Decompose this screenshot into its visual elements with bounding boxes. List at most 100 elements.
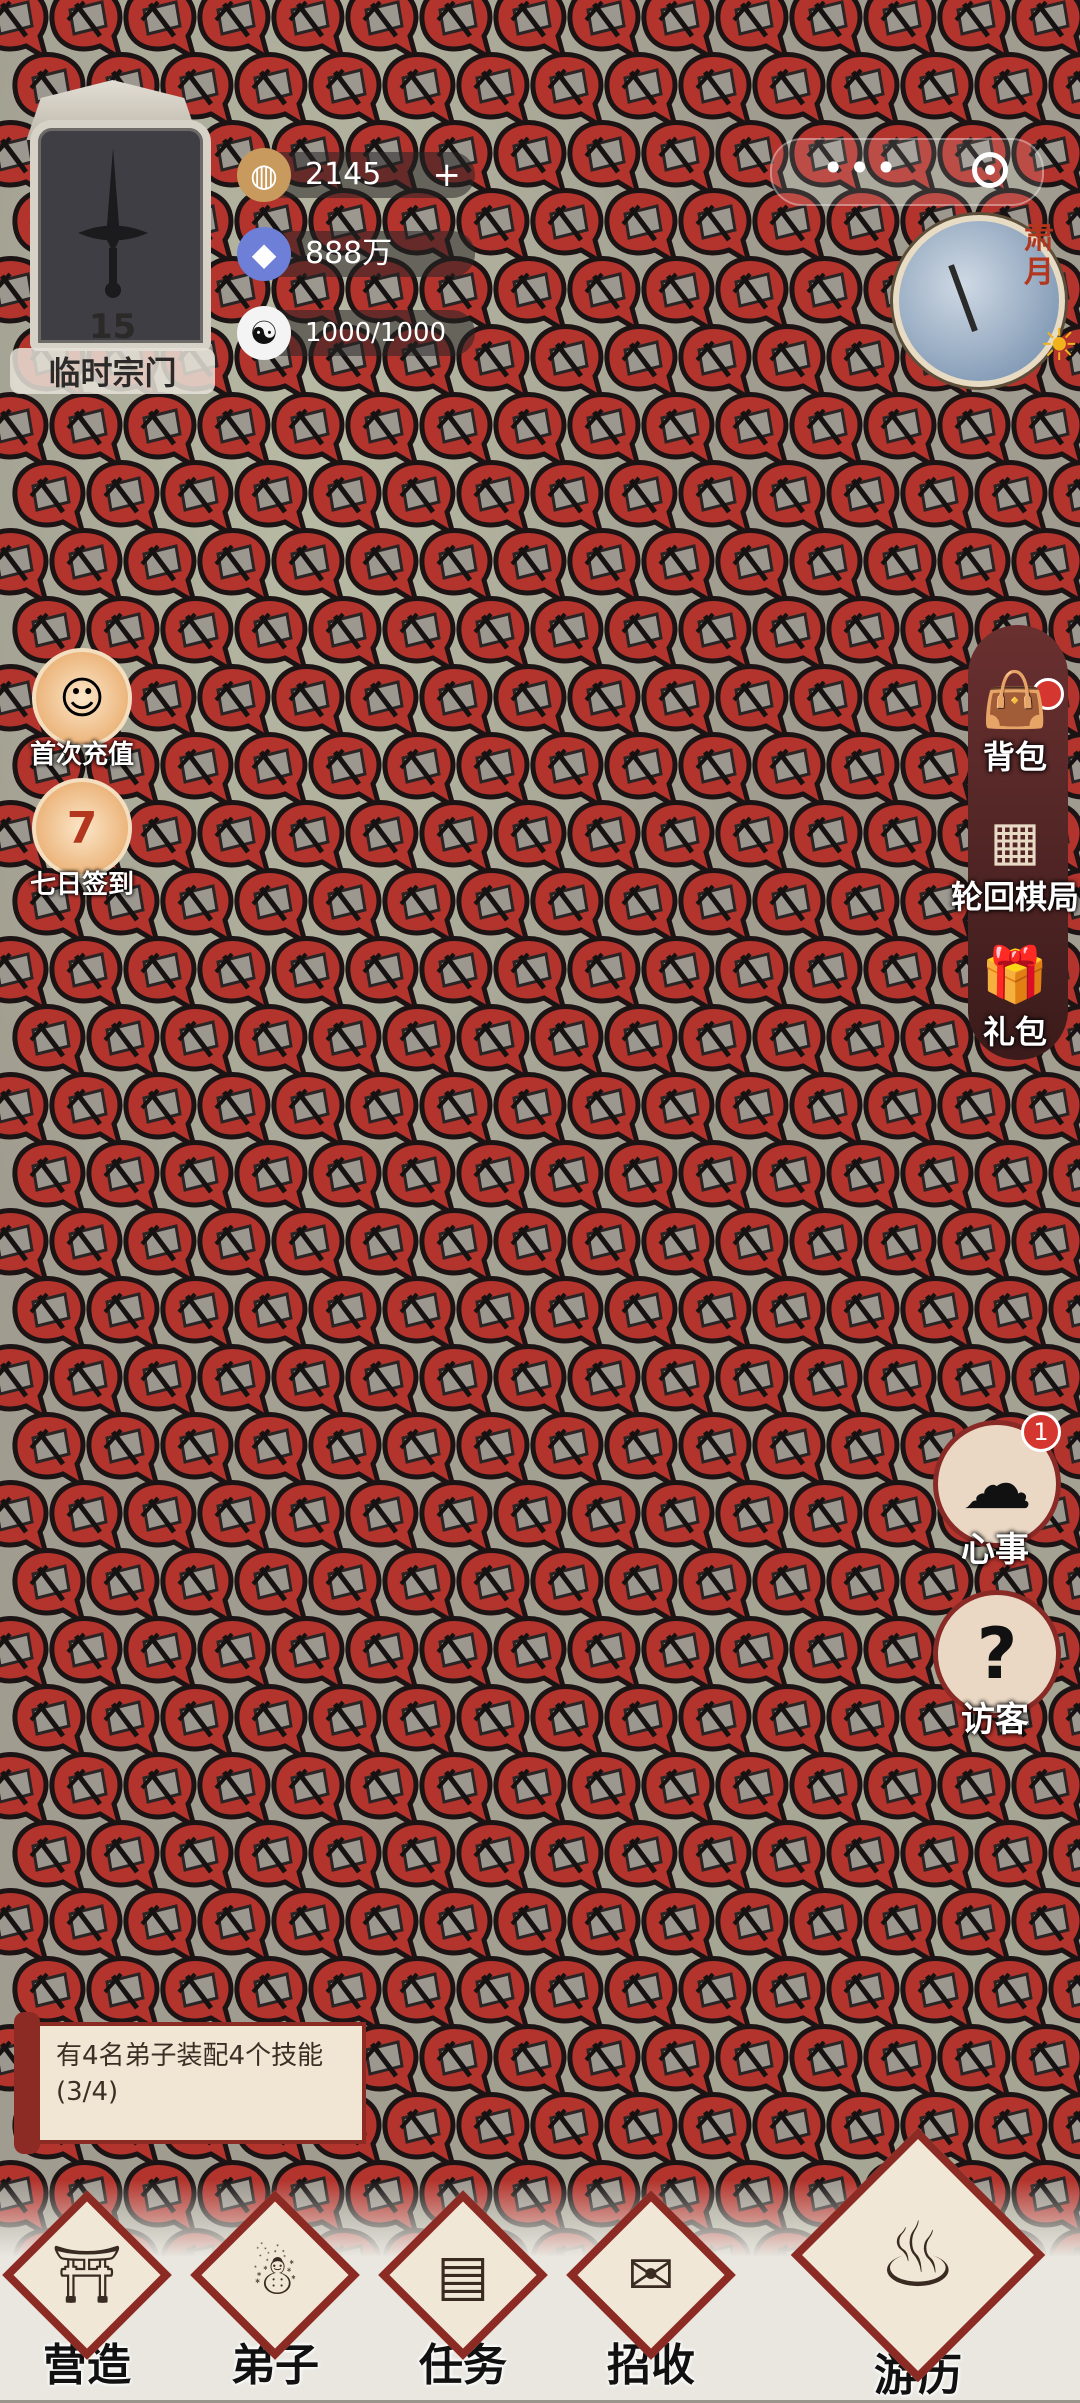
blocked-tile-icon[interactable] bbox=[0, 1480, 51, 1560]
gift-pack-button[interactable]: 🎁 礼包 bbox=[945, 935, 1080, 1053]
blocked-tile-icon[interactable] bbox=[604, 1412, 680, 1492]
blocked-tile-icon[interactable] bbox=[789, 1752, 865, 1832]
blocked-tile-icon[interactable] bbox=[456, 1684, 532, 1764]
blocked-tile-icon[interactable] bbox=[530, 1548, 606, 1628]
blocked-tile-icon[interactable] bbox=[752, 1140, 828, 1220]
blocked-tile-icon[interactable] bbox=[789, 1072, 865, 1152]
blocked-tile-icon[interactable] bbox=[604, 1004, 680, 1084]
blocked-tile-icon[interactable] bbox=[197, 1072, 273, 1152]
blocked-tile-icon[interactable] bbox=[863, 1072, 939, 1152]
blocked-tile-icon[interactable] bbox=[345, 1888, 421, 1968]
blocked-tile-icon[interactable] bbox=[826, 460, 902, 540]
blocked-tile-icon[interactable] bbox=[419, 1616, 495, 1696]
blocked-tile-icon[interactable] bbox=[567, 1344, 643, 1424]
blocked-tile-icon[interactable] bbox=[456, 52, 532, 132]
blocked-tile-icon[interactable] bbox=[493, 664, 569, 744]
blocked-tile-icon[interactable] bbox=[715, 528, 791, 608]
blocked-tile-icon[interactable] bbox=[271, 1208, 347, 1288]
blocked-tile-icon[interactable] bbox=[826, 1140, 902, 1220]
blocked-tile-icon[interactable] bbox=[197, 1752, 273, 1832]
blocked-tile-icon[interactable] bbox=[863, 1752, 939, 1832]
blocked-tile-icon[interactable] bbox=[0, 936, 51, 1016]
blocked-tile-icon[interactable] bbox=[382, 1412, 458, 1492]
blocked-tile-icon[interactable] bbox=[826, 868, 902, 948]
blocked-tile-icon[interactable] bbox=[123, 1616, 199, 1696]
blocked-tile-icon[interactable] bbox=[678, 188, 754, 268]
blocked-tile-icon[interactable] bbox=[271, 1752, 347, 1832]
blocked-tile-icon[interactable] bbox=[789, 800, 865, 880]
blocked-tile-icon[interactable] bbox=[382, 1140, 458, 1220]
blocked-tile-icon[interactable] bbox=[493, 392, 569, 472]
blocked-tile-icon[interactable] bbox=[160, 1004, 236, 1084]
blocked-tile-icon[interactable] bbox=[197, 1344, 273, 1424]
blocked-tile-icon[interactable] bbox=[345, 1480, 421, 1560]
blocked-tile-icon[interactable] bbox=[493, 1072, 569, 1152]
blocked-tile-icon[interactable] bbox=[234, 52, 310, 132]
blocked-tile-icon[interactable] bbox=[123, 1888, 199, 1968]
blocked-tile-icon[interactable] bbox=[345, 1344, 421, 1424]
blocked-tile-icon[interactable] bbox=[900, 1956, 976, 2036]
blocked-tile-icon[interactable] bbox=[419, 1344, 495, 1424]
blocked-tile-icon[interactable] bbox=[752, 1412, 828, 1492]
blocked-tile-icon[interactable] bbox=[789, 392, 865, 472]
blocked-tile-icon[interactable] bbox=[567, 1888, 643, 1968]
blocked-tile-icon[interactable] bbox=[493, 1344, 569, 1424]
add-spirit-stone-button[interactable]: + bbox=[433, 152, 462, 198]
blocked-tile-icon[interactable] bbox=[308, 460, 384, 540]
blocked-tile-icon[interactable] bbox=[567, 800, 643, 880]
blocked-tile-icon[interactable] bbox=[1011, 392, 1080, 468]
blocked-tile-icon[interactable] bbox=[530, 1276, 606, 1356]
blocked-tile-icon[interactable] bbox=[493, 0, 569, 64]
blocked-tile-icon[interactable] bbox=[604, 324, 680, 404]
blocked-tile-icon[interactable] bbox=[493, 1616, 569, 1696]
blocked-tile-icon[interactable] bbox=[863, 1344, 939, 1424]
blocked-tile-icon[interactable] bbox=[160, 732, 236, 812]
blocked-tile-icon[interactable] bbox=[123, 0, 199, 64]
blocked-tile-icon[interactable] bbox=[567, 0, 643, 64]
blocked-tile-icon[interactable] bbox=[530, 1684, 606, 1764]
blocked-tile-icon[interactable] bbox=[123, 1344, 199, 1424]
tab-build[interactable]: ⛩ 营造 bbox=[2, 2190, 172, 2393]
blocked-tile-icon[interactable] bbox=[197, 936, 273, 1016]
blocked-tile-icon[interactable] bbox=[678, 1548, 754, 1628]
blocked-tile-icon[interactable] bbox=[1048, 1956, 1080, 2030]
blocked-tile-icon[interactable] bbox=[382, 596, 458, 676]
blocked-tile-icon[interactable] bbox=[49, 1344, 125, 1424]
blocked-tile-icon[interactable] bbox=[604, 1820, 680, 1900]
blocked-tile-icon[interactable] bbox=[271, 0, 347, 64]
blocked-tile-icon[interactable] bbox=[0, 1616, 51, 1696]
blocked-tile-icon[interactable] bbox=[530, 1412, 606, 1492]
blocked-tile-icon[interactable] bbox=[271, 1072, 347, 1152]
blocked-tile-icon[interactable] bbox=[641, 392, 717, 472]
crystal-counter[interactable]: ◆ 888万 bbox=[237, 227, 475, 281]
blocked-tile-icon[interactable] bbox=[974, 460, 1050, 540]
blocked-tile-icon[interactable] bbox=[419, 392, 495, 472]
blocked-tile-icon[interactable] bbox=[530, 868, 606, 948]
blocked-tile-icon[interactable] bbox=[419, 1480, 495, 1560]
blocked-tile-icon[interactable] bbox=[715, 800, 791, 880]
blocked-tile-icon[interactable] bbox=[271, 936, 347, 1016]
blocked-tile-icon[interactable] bbox=[678, 2092, 754, 2172]
blocked-tile-icon[interactable] bbox=[197, 800, 273, 880]
blocked-tile-icon[interactable] bbox=[789, 256, 865, 336]
blocked-tile-icon[interactable] bbox=[937, 1888, 1013, 1968]
worries-button[interactable]: ☁ 1 心事 bbox=[933, 1412, 1061, 1571]
blocked-tile-icon[interactable] bbox=[678, 1956, 754, 2036]
blocked-tile-icon[interactable] bbox=[715, 664, 791, 744]
blocked-tile-icon[interactable] bbox=[234, 868, 310, 948]
blocked-tile-icon[interactable] bbox=[271, 800, 347, 880]
blocked-tile-icon[interactable] bbox=[567, 1208, 643, 1288]
blocked-tile-icon[interactable] bbox=[271, 664, 347, 744]
blocked-tile-icon[interactable] bbox=[715, 1208, 791, 1288]
blocked-tile-icon[interactable] bbox=[308, 1684, 384, 1764]
blocked-tile-icon[interactable] bbox=[49, 1480, 125, 1560]
blocked-tile-icon[interactable] bbox=[1011, 528, 1080, 604]
visitor-button[interactable]: ? 访客 bbox=[933, 1590, 1061, 1741]
blocked-tile-icon[interactable] bbox=[160, 460, 236, 540]
blocked-tile-icon[interactable] bbox=[567, 1480, 643, 1560]
blocked-tile-icon[interactable] bbox=[863, 1480, 939, 1560]
blocked-tile-icon[interactable] bbox=[678, 868, 754, 948]
blocked-tile-icon[interactable] bbox=[567, 392, 643, 472]
blocked-tile-icon[interactable] bbox=[123, 936, 199, 1016]
blocked-tile-icon[interactable] bbox=[271, 1888, 347, 1968]
